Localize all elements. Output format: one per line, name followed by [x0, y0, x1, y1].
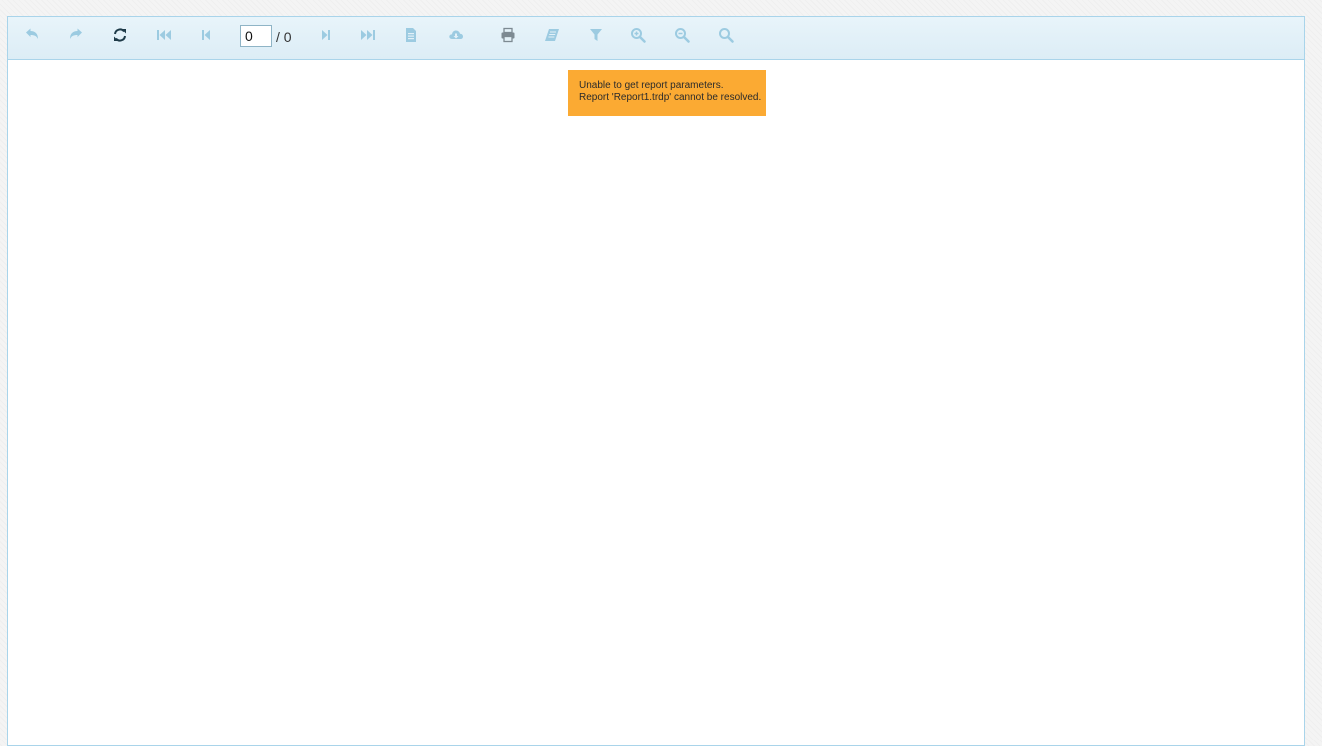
- error-line-1: Unable to get report parameters.: [579, 80, 724, 91]
- filter-icon: [590, 29, 602, 41]
- report-viewer: / 0: [7, 16, 1305, 746]
- arrow-back-icon: [26, 28, 38, 39]
- search-icon: [719, 28, 734, 43]
- last-page-button[interactable]: [357, 25, 379, 45]
- error-message: Unable to get report parameters. Report …: [568, 70, 766, 116]
- report-content-area: Unable to get report parameters. Report …: [8, 60, 1304, 745]
- error-line-2: Report 'Report1.trdp' cannot be resolved…: [579, 92, 762, 103]
- zoom-out-button[interactable]: [671, 25, 693, 45]
- next-page-icon: [322, 30, 330, 40]
- book-icon: [545, 29, 559, 41]
- previous-page-button[interactable]: [195, 25, 217, 45]
- back-button[interactable]: [21, 25, 43, 45]
- refresh-icon: [114, 28, 126, 42]
- arrow-forward-icon: [70, 28, 82, 39]
- zoom-in-icon: [631, 28, 646, 43]
- toggle-document-map-button[interactable]: [541, 25, 563, 45]
- print-icon: [501, 27, 515, 43]
- toggle-parameters-button[interactable]: [585, 25, 607, 45]
- previous-page-icon: [202, 30, 210, 40]
- last-page-icon: [361, 30, 375, 40]
- zoom-out-icon: [675, 28, 690, 43]
- refresh-button[interactable]: [109, 25, 131, 45]
- page-count-label: / 0: [276, 29, 292, 45]
- first-page-icon: [157, 30, 171, 40]
- report-toolbar: / 0: [8, 17, 1304, 60]
- print-button[interactable]: [497, 25, 519, 45]
- first-page-button[interactable]: [153, 25, 175, 45]
- export-button[interactable]: [445, 25, 467, 45]
- page-number-input[interactable]: [240, 25, 272, 47]
- forward-button[interactable]: [65, 25, 87, 45]
- cloud-download-icon: [449, 30, 463, 39]
- next-page-button[interactable]: [315, 25, 337, 45]
- document-icon: [406, 28, 416, 42]
- zoom-in-button[interactable]: [627, 25, 649, 45]
- scale-mode-button[interactable]: [715, 25, 737, 45]
- toggle-view-button[interactable]: [400, 25, 422, 45]
